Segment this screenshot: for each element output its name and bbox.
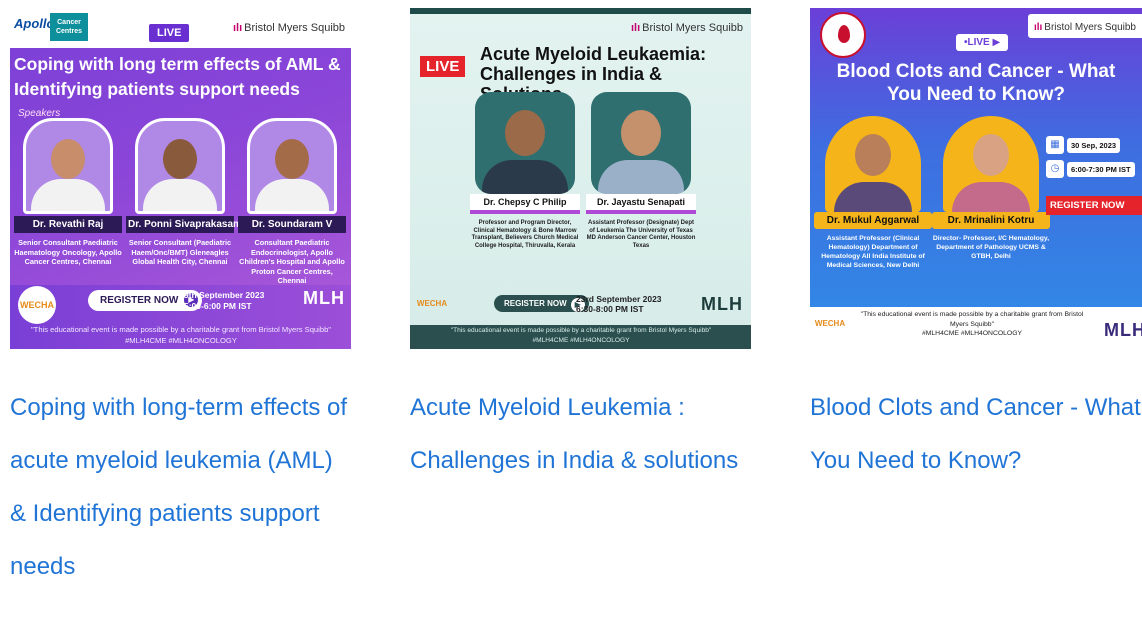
register-button: REGISTER NOW [1046, 196, 1142, 215]
wecha-logo: WECHA [416, 299, 448, 308]
speaker: Dr. Revathi Raj Senior Consultant Paedia… [14, 118, 122, 267]
speaker-photo [247, 118, 337, 214]
event-date: 30 Sep, 2023 [1067, 137, 1121, 153]
wecha-logo: WECHA [18, 286, 56, 324]
speaker-description: Assistant Professor (Clinical Hematology… [821, 235, 925, 269]
bms-logo-icon: ılı [232, 22, 243, 34]
speaker: Dr. Ponni Sivaprakasam Senior Consultant… [126, 118, 242, 267]
speaker-name: Dr. Jayastu Senapati [586, 194, 696, 214]
clock-icon: ◷ [1046, 160, 1064, 178]
event-date: 23rd September 2023 6:30-8:00 PM IST [576, 294, 662, 314]
mlh-logo: MLH [1104, 320, 1142, 340]
sponsor-name: Bristol Myers Squibb [1044, 22, 1136, 33]
speaker-name: Dr. Soundaram V [238, 216, 346, 233]
speaker-name: Dr. Chepsy C Philip [470, 194, 580, 214]
bms-logo-icon: ılı [1033, 22, 1043, 33]
event-title-link[interactable]: Acute Myeloid Leukemia : Challenges in I… [410, 381, 751, 487]
event-time: 6:00-7:30 PM IST [1067, 161, 1135, 177]
speaker-photo [475, 92, 575, 194]
disclaimer: "This educational event is made possible… [860, 311, 1084, 337]
society-seal-logo [820, 12, 866, 58]
speaker-description: Consultant Paediatric Endocrinologist, A… [239, 238, 345, 285]
apollo-logo: Apollo [14, 16, 55, 31]
speaker: Dr. Mukul Aggarwal Assistant Professor (… [814, 116, 932, 270]
cancer-centres-logo: Cancer Centres [50, 13, 88, 41]
speaker-description: Assistant Professor (Designate) Dept of … [586, 220, 696, 249]
sponsor-logo: ılı Bristol Myers Squibb [233, 22, 345, 34]
speaker: Dr. Soundaram V Consultant Paediatric En… [238, 118, 346, 286]
thumbnail-headline: Blood Clots and Cancer - What You Need t… [836, 61, 1116, 105]
disclaimer: "This educational event is made possible… [450, 327, 712, 344]
speaker-photo [943, 116, 1039, 212]
calendar-icon: ▦ [1046, 136, 1064, 154]
sponsor-name: Bristol Myers Squibb [244, 22, 345, 34]
event-date: 9th September 2023 5:00-6:00 PM IST [184, 290, 265, 311]
live-badge: LIVE [420, 56, 466, 77]
speaker: Dr. Jayastu Senapati Assistant Professor… [586, 92, 696, 250]
mlh-logo: MLH [701, 294, 743, 314]
speaker-name: Dr. Ponni Sivaprakasam [126, 216, 242, 233]
speaker: Dr. Chepsy C Philip Professor and Progra… [470, 92, 580, 250]
speaker-description: Senior Consultant Paediatric Haematology… [14, 238, 122, 266]
event-thumbnail[interactable]: ılı Bristol Myers Squibb •LIVE ▶ Blood Cl… [810, 8, 1142, 349]
live-badge: •LIVE ▶ [956, 34, 1009, 51]
thumbnail-headline: Coping with long term effects of AML & I… [14, 54, 341, 99]
register-button: REGISTER NOW ▶ [494, 295, 589, 312]
speaker-photo [825, 116, 921, 212]
event-card: ılı Bristol Myers Squibb LIVE Acute Myelo… [410, 8, 751, 487]
mlh-logo: MLH [303, 288, 345, 308]
thumbnail-header [410, 8, 751, 14]
event-card: ılı Bristol Myers Squibb •LIVE ▶ Blood Cl… [810, 8, 1142, 487]
speaker-photo [135, 118, 225, 214]
speaker-name: Dr. Mukul Aggarwal [814, 212, 932, 229]
bms-logo-icon: ılı [630, 22, 641, 34]
sponsor-logo: ılı Bristol Myers Squibb [1027, 14, 1142, 38]
speaker-description: Senior Consultant (Paediatric Haem/Onc/B… [128, 238, 232, 266]
event-card: Apollo Cancer Centres LIVE ılı Bristol My… [10, 8, 351, 593]
disclaimer: "This educational event is made possible… [30, 325, 331, 345]
speaker-photo [23, 118, 113, 214]
sponsor-name: Bristol Myers Squibb [642, 22, 743, 34]
event-thumbnail[interactable]: Apollo Cancer Centres LIVE ılı Bristol My… [10, 8, 351, 349]
event-thumbnail[interactable]: ılı Bristol Myers Squibb LIVE Acute Myelo… [410, 8, 751, 349]
live-badge: LIVE [149, 24, 190, 42]
speaker-photo [591, 92, 691, 194]
wecha-logo: WECHA [814, 319, 846, 328]
speaker: Dr. Mrinalini Kotru Director- Professor,… [932, 116, 1050, 261]
speaker-name: Dr. Revathi Raj [14, 216, 122, 233]
event-schedule: ▦ 30 Sep, 2023 ◷ 6:00-7:30 PM IST [1046, 136, 1142, 184]
speaker-description: Director- Professor, I/C Hematology, Dep… [932, 235, 1050, 260]
event-title-link[interactable]: Coping with long-term effects of acute m… [10, 381, 351, 593]
speaker-name: Dr. Mrinalini Kotru [932, 212, 1050, 229]
sponsor-logo: ılı Bristol Myers Squibb [631, 22, 743, 34]
speaker-description: Professor and Program Director, Clinical… [471, 220, 579, 249]
event-title-link[interactable]: Blood Clots and Cancer - What You Need t… [810, 381, 1142, 487]
